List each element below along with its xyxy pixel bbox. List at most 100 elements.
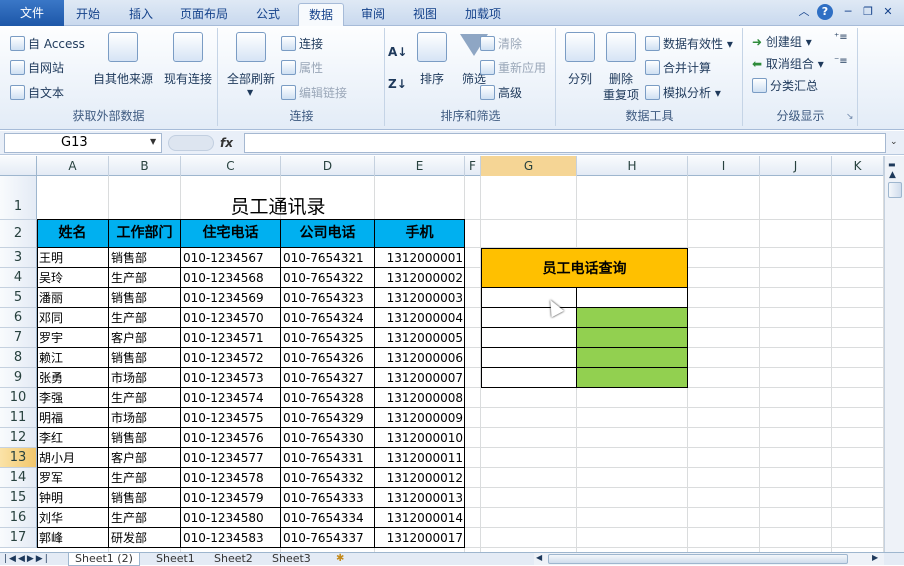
text-to-columns-button[interactable]: 分列 [561, 32, 599, 92]
scroll-thumb-horizontal[interactable] [548, 554, 848, 564]
row-header[interactable]: 8 [0, 348, 37, 368]
table-cell[interactable]: 1312000004 [377, 308, 463, 328]
table-cell[interactable]: 销售部 [111, 348, 179, 368]
table-cell[interactable]: 生产部 [111, 388, 179, 408]
clear-button[interactable]: 清除 [480, 34, 522, 54]
edit-links-button[interactable]: 编辑链接 [281, 83, 347, 103]
lookup-input-cell[interactable] [481, 287, 577, 308]
table-cell[interactable]: 010-7654337 [283, 528, 373, 548]
scroll-left-icon[interactable]: ◀ [536, 553, 542, 562]
table-cell[interactable]: 1312000014 [377, 508, 463, 528]
insert-sheet-icon[interactable]: ✱ [336, 553, 344, 565]
table-cell[interactable]: 010-7654325 [283, 328, 373, 348]
table-cell[interactable]: 010-7654334 [283, 508, 373, 528]
minimize-window-icon[interactable]: ─ [840, 4, 856, 20]
column-header-c[interactable]: C [181, 156, 281, 176]
table-cell[interactable]: 1312000002 [377, 268, 463, 288]
table-cell[interactable]: 张勇 [39, 368, 107, 388]
formula-input[interactable] [244, 133, 886, 153]
table-cell[interactable]: 010-1234578 [183, 468, 279, 488]
table-header-cell[interactable]: 公司电话 [281, 220, 374, 247]
table-cell[interactable]: 1312000013 [377, 488, 463, 508]
row-header[interactable]: 10 [0, 388, 37, 408]
scroll-thumb[interactable] [888, 182, 902, 198]
tab-insert[interactable]: 插入 [120, 3, 162, 26]
from-access-button[interactable]: 自 Access [10, 34, 85, 54]
table-cell[interactable]: 吴玲 [39, 268, 107, 288]
table-cell[interactable]: 李强 [39, 388, 107, 408]
table-cell[interactable]: 010-1234580 [183, 508, 279, 528]
table-cell[interactable]: 销售部 [111, 248, 179, 268]
group-button[interactable]: ➜ 创建组 ▾ [752, 32, 812, 52]
table-cell[interactable]: 1312000007 [377, 368, 463, 388]
show-detail-icon[interactable]: ⁺≡ [834, 32, 848, 44]
table-cell[interactable]: 销售部 [111, 428, 179, 448]
table-cell[interactable]: 王明 [39, 248, 107, 268]
from-text-button[interactable]: 自文本 [10, 83, 64, 103]
properties-button[interactable]: 属性 [281, 58, 323, 78]
tab-home[interactable]: 开始 [68, 3, 108, 26]
select-all-button[interactable] [0, 156, 37, 176]
table-cell[interactable]: 1312000008 [377, 388, 463, 408]
table-cell[interactable]: 1312000009 [377, 408, 463, 428]
table-cell[interactable]: 010-7654331 [283, 448, 373, 468]
formula-bar-splitter[interactable] [168, 135, 214, 151]
table-cell[interactable]: 1312000003 [377, 288, 463, 308]
split-box-icon[interactable]: ▬ [888, 160, 896, 169]
connections-button[interactable]: 连接 [281, 34, 323, 54]
tab-file[interactable]: 文件 [0, 0, 64, 26]
table-cell[interactable]: 010-7654323 [283, 288, 373, 308]
consolidate-button[interactable]: 合并计算 [645, 58, 711, 78]
name-box[interactable]: G13 [4, 133, 162, 153]
column-header-b[interactable]: B [109, 156, 181, 176]
row-header[interactable]: 1 [0, 176, 37, 220]
what-if-analysis-button[interactable]: 模拟分析 ▾ [645, 83, 721, 103]
table-cell[interactable]: 1312000006 [377, 348, 463, 368]
table-cell[interactable]: 010-7654330 [283, 428, 373, 448]
table-cell[interactable]: 010-1234577 [183, 448, 279, 468]
subtotal-button[interactable]: 分类汇总 [752, 76, 818, 96]
row-header[interactable]: 7 [0, 328, 37, 348]
table-header-cell[interactable]: 住宅电话 [181, 220, 280, 247]
lookup-result-cell[interactable] [576, 307, 688, 328]
table-cell[interactable]: 生产部 [111, 468, 179, 488]
row-header[interactable]: 12 [0, 428, 37, 448]
tab-addins[interactable]: 加载项 [456, 3, 510, 26]
table-cell[interactable]: 明福 [39, 408, 107, 428]
refresh-all-button[interactable]: 全部刷新 ▼ [223, 32, 279, 102]
sheet-tab[interactable]: Sheet2 [208, 553, 259, 566]
lookup-result-cell[interactable] [576, 287, 688, 308]
table-cell[interactable]: 010-1234583 [183, 528, 279, 548]
table-cell[interactable]: 010-7654329 [283, 408, 373, 428]
table-cell[interactable]: 客户部 [111, 328, 179, 348]
worksheet-grid[interactable]: 1 2 3 4 5 6 7 8 9 10 11 12 13 14 15 16 17 员工通讯录 姓名 工作部门 住宅电话… [0, 176, 884, 552]
sort-ascending-icon[interactable]: A↓ [388, 42, 407, 62]
advanced-button[interactable]: 高级 [480, 83, 522, 103]
table-cell[interactable]: 销售部 [111, 488, 179, 508]
table-cell[interactable]: 1312000005 [377, 328, 463, 348]
table-cell[interactable]: 010-1234576 [183, 428, 279, 448]
sheet-tab[interactable]: Sheet1 [150, 553, 201, 566]
table-cell[interactable]: 罗军 [39, 468, 107, 488]
table-cell[interactable]: 研发部 [111, 528, 179, 548]
table-cell[interactable]: 010-1234568 [183, 268, 279, 288]
table-cell[interactable]: 市场部 [111, 368, 179, 388]
table-cell[interactable]: 010-1234571 [183, 328, 279, 348]
tab-page-layout[interactable]: 页面布局 [172, 3, 236, 26]
table-cell[interactable]: 胡小月 [39, 448, 107, 468]
row-header[interactable]: 11 [0, 408, 37, 428]
horizontal-scrollbar[interactable]: ◀ ▶ [534, 553, 884, 565]
table-cell[interactable]: 刘华 [39, 508, 107, 528]
table-cell[interactable]: 010-7654322 [283, 268, 373, 288]
table-cell[interactable]: 010-1234569 [183, 288, 279, 308]
sheet-nav-arrows-icon[interactable]: |◀◀▶▶| [4, 553, 50, 565]
table-cell[interactable]: 010-7654326 [283, 348, 373, 368]
table-cell[interactable]: 客户部 [111, 448, 179, 468]
table-cell[interactable]: 010-7654333 [283, 488, 373, 508]
close-window-icon[interactable]: ✕ [880, 4, 896, 20]
table-cell[interactable]: 010-1234570 [183, 308, 279, 328]
hide-detail-icon[interactable]: ⁻≡ [834, 56, 848, 68]
lookup-result-cell[interactable] [576, 367, 688, 388]
scroll-right-icon[interactable]: ▶ [872, 553, 878, 562]
row-header[interactable]: 5 [0, 288, 37, 308]
